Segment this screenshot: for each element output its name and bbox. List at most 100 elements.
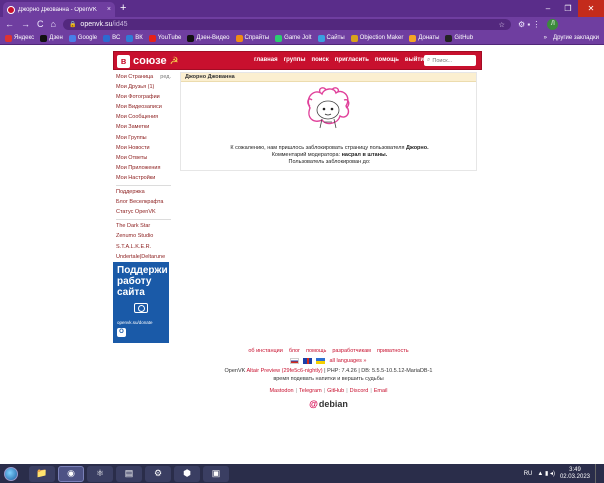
forward-button[interactable]: → [21,20,30,29]
sidebar-item[interactable]: Мои Приложения [116,163,171,173]
bookmark-item[interactable]: Game Jolt [275,34,312,42]
top-nav-link[interactable]: группы [284,57,306,63]
bookmark-item[interactable]: Google [68,34,97,42]
sidebar-group-item[interactable]: The Dark Star [116,221,171,231]
search-input[interactable] [432,57,473,64]
footer-link[interactable]: разработчикам [332,348,371,354]
footer-link[interactable]: об инстанции [248,348,282,354]
social-link[interactable]: Mastodon [269,388,293,394]
bookmark-item[interactable]: Спрайты [235,34,269,42]
sidebar-item-edit-link[interactable]: ред. [160,72,171,82]
other-bookmarks-folder[interactable]: Другие закладки [553,35,599,41]
bookmark-item[interactable]: Яндекс [5,34,34,42]
all-languages-link[interactable]: all languages » [329,358,366,364]
sidebar-item[interactable]: Мои Страница ред. [116,72,171,82]
bookmark-favicon-icon [350,34,358,42]
social-link[interactable]: GitHub [327,388,344,394]
system-tray: RU ▲ ▮ ◂) 3:49 02.03.2023 [524,464,600,483]
extensions-icons[interactable]: ⚙ ▪ ⋮ [518,20,540,29]
taskbar-app-button[interactable]: 📁 [29,465,55,482]
sidebar-item-label: Мои Заметки [116,124,150,131]
sidebar-item[interactable]: Мои Видеозаписи [116,102,171,112]
address-bar[interactable]: 🔒 openvk.su/id45 ☆ [62,19,511,30]
bookmark-item[interactable]: Дзен-Видео [187,34,230,42]
start-button[interactable] [4,466,18,481]
sidebar-item[interactable]: Мои Группы [116,133,171,143]
home-button[interactable]: ⌂ [51,20,56,29]
taskbar-app-button[interactable]: ⚛ [87,465,113,482]
russian-flag-icon[interactable] [290,358,300,364]
site-logo[interactable]: в союзе ☭ [117,54,179,68]
ukrainian-flag-icon[interactable] [316,358,326,364]
sidebar-support-item[interactable]: Статус OpenVK [116,207,171,217]
money-icon [134,303,148,313]
taskbar-app-button[interactable]: ▣ [203,465,229,482]
site-footer: об инстанции блог помощь разработчикам прива… [180,348,477,409]
close-window-button[interactable]: ✕ [578,0,604,17]
browser-tab[interactable]: Джорно Джованна - OpenVK × [3,2,115,17]
social-separator: | [323,388,326,394]
reload-button[interactable]: C [37,20,44,29]
show-desktop-button[interactable] [595,464,600,483]
bookmark-star-icon[interactable]: ☆ [499,21,505,29]
sidebar-item[interactable]: Мои Друзья (1) [116,82,171,92]
bookmark-item[interactable]: Objection Maker [350,34,403,42]
top-nav-link[interactable]: помощь [375,57,399,63]
sidebar-item-label: Мои Приложения [116,164,161,171]
clock[interactable]: 3:49 02.03.2023 [560,467,590,481]
bookmark-favicon-icon [126,34,134,42]
bookmark-item[interactable]: ВС [103,34,120,42]
top-nav-link[interactable]: главная [254,57,278,63]
bookmark-item[interactable]: Дзен [40,34,63,42]
maximize-button[interactable]: ❐ [558,4,578,13]
taskbar-app-button[interactable]: ▤ [116,465,142,482]
site-search[interactable]: ⌕ [424,55,476,66]
version-link[interactable]: Altair Preview (29fe5c6-nightly) [247,368,323,374]
language-indicator[interactable]: RU [524,471,533,477]
social-link[interactable]: Telegram [299,388,322,394]
tab-close-icon[interactable]: × [107,6,111,13]
bookmark-item[interactable]: ВК [126,34,143,42]
tray-icons[interactable]: ▲ ▮ ◂) [537,470,555,477]
top-nav-link[interactable]: поиск [311,57,328,63]
new-tab-button[interactable]: + [120,2,126,15]
sidebar-item[interactable]: Мои Фотографии [116,92,171,102]
donate-banner[interactable]: Поддержи работу сайта openvk.su/donate О [113,262,169,343]
taskbar-app-button[interactable]: ⚙ [145,465,171,482]
bookmark-item[interactable]: Сайты [317,34,345,42]
bookmark-item[interactable]: YouTube [148,34,181,42]
profile-avatar[interactable]: Л [547,19,559,30]
minimize-button[interactable]: – [538,4,558,13]
social-link[interactable]: Discord [350,388,369,394]
top-nav-link[interactable]: выйти [405,57,424,63]
sidebar-item[interactable]: Мои Новости [116,143,171,153]
sidebar-item[interactable]: Мои Настройки [116,173,171,183]
sidebar-group-item[interactable]: S.T.A.L.K.E.R. [116,242,171,252]
sidebar-item-label: Блог Веселкрафта [116,199,164,206]
bookmark-item[interactable]: GitHub [445,34,473,42]
sidebar-group-item[interactable]: Zenumo Studio [116,231,171,241]
sidebar-item-label: S.T.A.L.K.E.R. [116,243,152,250]
windows-taskbar: 📁 ◉ ⚛ ▤ ⚙ ⬢ ▣ RU ▲ ▮ ◂) 3:49 02.03.2023 [0,464,604,483]
taskbar-app-button[interactable]: ◉ [58,465,84,482]
footer-link[interactable]: блог [289,348,300,354]
top-nav-link[interactable]: пригласить [335,57,369,63]
social-link[interactable]: Email [374,388,388,394]
sidebar-item[interactable]: Мои Заметки [116,122,171,132]
sidebar-support-item[interactable]: Поддержка [116,187,171,197]
sidebar-group-item[interactable]: Undertale|Deltarune [116,252,171,262]
footer-link[interactable]: приватность [377,348,409,354]
sidebar-item[interactable]: Мои Ответы [116,153,171,163]
bookmark-favicon-icon [235,34,243,42]
sidebar-item[interactable]: Мои Сообщения [116,112,171,122]
footer-link[interactable]: помощь [306,348,326,354]
more-bookmarks-icon[interactable]: » [544,35,547,41]
sidebar-support-item[interactable]: Блог Веселкрафта [116,197,171,207]
english-flag-icon[interactable] [303,358,313,364]
donate-title: Поддержи работу сайта [117,265,168,298]
back-button[interactable]: ← [5,20,14,29]
browser-titlebar: Джорно Джованна - OpenVK × + – ❐ ✕ [0,0,604,17]
debian-badge[interactable]: @ debian [180,399,477,409]
bookmark-item[interactable]: Донаты [409,34,439,42]
taskbar-app-button[interactable]: ⬢ [174,465,200,482]
